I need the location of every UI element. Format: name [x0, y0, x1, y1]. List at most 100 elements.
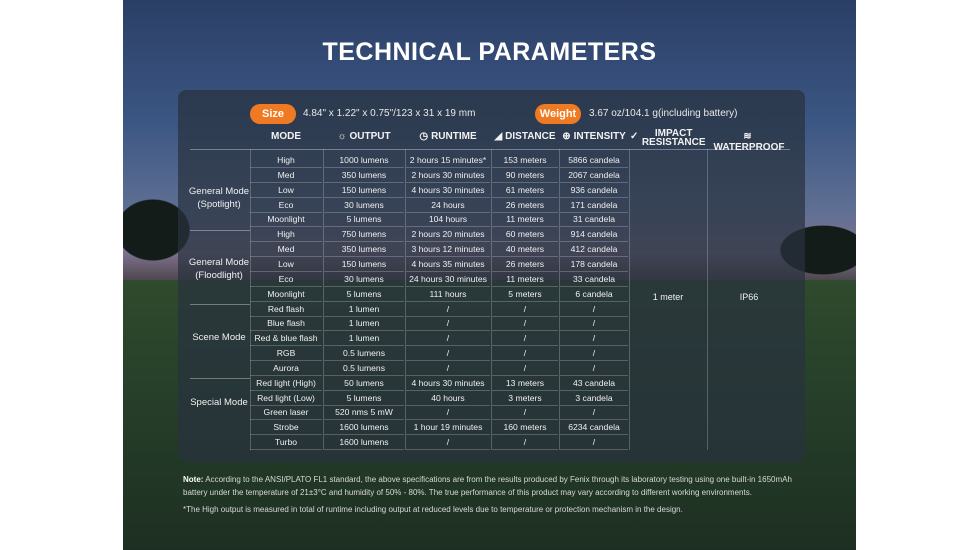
- cell-mode: Blue flash: [250, 316, 322, 332]
- cell-output: 350 lumens: [324, 168, 404, 183]
- cell-distance: 26 meters: [492, 257, 558, 272]
- cell-runtime: 2 hours 15 minutes*: [406, 153, 490, 168]
- output-icon: ☼: [337, 131, 347, 142]
- group-label: Scene Mode: [192, 332, 246, 343]
- cell-intensity: 3 candela: [560, 391, 628, 406]
- group-label: General Mode (Floodlight): [188, 257, 250, 281]
- cell-mode: Eco: [250, 198, 322, 213]
- cell-runtime: 40 hours: [406, 391, 490, 406]
- cell-distance: /: [492, 302, 558, 317]
- header-distance-label: DISTANCE: [505, 131, 556, 142]
- column-divider: [250, 149, 251, 450]
- cell-mode: Moonlight: [250, 287, 322, 302]
- page-title: TECHNICAL PARAMETERS: [322, 38, 657, 66]
- cell-distance: /: [492, 435, 558, 451]
- cell-output: 5 lumens: [324, 212, 404, 228]
- group-label: General Mode (Spotlight): [188, 186, 250, 210]
- cell-output: 750 lumens: [324, 227, 404, 243]
- cell-runtime: 1 hour 19 minutes: [406, 420, 490, 436]
- header-separator: [190, 149, 790, 150]
- cell-output: 1 lumen: [324, 316, 404, 332]
- cell-mode: Red light (Low): [250, 391, 322, 406]
- cell-output: 150 lumens: [324, 257, 404, 272]
- clock-icon: ◷: [419, 131, 429, 142]
- cell-output: 30 lumens: [324, 272, 404, 287]
- header-impact-label: IMPACT RESISTANCE: [641, 128, 706, 148]
- cell-intensity: 171 candela: [560, 198, 628, 213]
- cell-distance: 153 meters: [492, 153, 558, 168]
- cell-output: 350 lumens: [324, 242, 404, 258]
- cell-output: 5 lumens: [324, 287, 404, 302]
- cell-intensity: /: [560, 405, 628, 421]
- group-separator: [190, 230, 250, 231]
- cell-mode: Med: [250, 168, 322, 183]
- cell-output: 1600 lumens: [324, 435, 404, 451]
- cell-distance: /: [492, 346, 558, 362]
- cell-output: 150 lumens: [324, 183, 404, 198]
- cell-runtime: 2 hours 30 minutes: [406, 168, 490, 183]
- cell-output: 1600 lumens: [324, 420, 404, 436]
- cell-runtime: /: [406, 346, 490, 362]
- cell-distance: 11 meters: [492, 272, 558, 287]
- header-runtime-label: RUNTIME: [431, 131, 477, 142]
- header-output-label: OUTPUT: [349, 131, 391, 142]
- cell-runtime: /: [406, 331, 490, 347]
- cell-intensity: /: [560, 302, 628, 317]
- column-divider: [491, 149, 492, 450]
- column-divider: [405, 149, 406, 450]
- note-text: According to the ANSI/PLATO FL1 standard…: [183, 475, 792, 497]
- cell-runtime: 2 hours 20 minutes: [406, 227, 490, 243]
- note: Note: According to the ANSI/PLATO FL1 st…: [183, 473, 803, 499]
- cell-runtime: 4 hours 30 minutes: [406, 376, 490, 391]
- cell-distance: /: [492, 361, 558, 376]
- cell-runtime: /: [406, 361, 490, 376]
- distance-icon: ◢: [494, 131, 503, 142]
- cell-intensity: 5866 candela: [560, 153, 628, 168]
- size-badge: Size: [250, 104, 296, 124]
- cell-intensity: 914 candela: [560, 227, 628, 243]
- cell-output: 5 lumens: [324, 391, 404, 406]
- cell-intensity: /: [560, 331, 628, 347]
- cell-mode: Eco: [250, 272, 322, 287]
- cell-mode: Moonlight: [250, 212, 322, 228]
- waterproof-value: IP66: [739, 292, 759, 302]
- header-runtime: ◷ RUNTIME: [406, 131, 490, 142]
- cell-output: 0.5 lumens: [324, 361, 404, 376]
- cell-distance: 13 meters: [492, 376, 558, 391]
- header-intensity: ⊕ INTENSITY: [560, 131, 628, 142]
- cell-mode: Red light (High): [250, 376, 322, 391]
- cell-distance: 26 meters: [492, 198, 558, 213]
- cell-output: 1000 lumens: [324, 153, 404, 168]
- group-separator: [190, 304, 250, 305]
- cell-mode: High: [250, 227, 322, 243]
- cell-intensity: /: [560, 361, 628, 376]
- cell-mode: High: [250, 153, 322, 168]
- group-label: Special Mode: [190, 397, 248, 408]
- cell-mode: Aurora: [250, 361, 322, 376]
- cell-runtime: /: [406, 435, 490, 451]
- cell-distance: 11 meters: [492, 212, 558, 228]
- cell-mode: Green laser: [250, 405, 322, 421]
- cell-distance: 90 meters: [492, 168, 558, 183]
- cell-distance: /: [492, 331, 558, 347]
- note-label: Note:: [183, 475, 204, 484]
- cell-output: 30 lumens: [324, 198, 404, 213]
- cell-runtime: 24 hours 30 minutes: [406, 272, 490, 287]
- cell-runtime: 24 hours: [406, 198, 490, 213]
- cell-distance: 40 meters: [492, 242, 558, 258]
- header-mode-label: MODE: [271, 131, 301, 142]
- cell-intensity: 31 candela: [560, 212, 628, 228]
- cell-runtime: 104 hours: [406, 212, 490, 228]
- impact-value: 1 meter: [652, 292, 684, 302]
- cell-mode: Low: [250, 183, 322, 198]
- cell-intensity: 178 candela: [560, 257, 628, 272]
- size-value: 4.84" x 1.22" x 0.75"/123 x 31 x 19 mm: [303, 108, 476, 119]
- cell-intensity: /: [560, 316, 628, 332]
- cell-mode: Red & blue flash: [250, 331, 322, 347]
- cell-output: 520 nms 5 mW: [324, 405, 404, 421]
- cell-intensity: /: [560, 435, 628, 451]
- cell-intensity: /: [560, 346, 628, 362]
- cell-intensity: 2067 candela: [560, 168, 628, 183]
- cell-mode: Strobe: [250, 420, 322, 436]
- cell-distance: 160 meters: [492, 420, 558, 436]
